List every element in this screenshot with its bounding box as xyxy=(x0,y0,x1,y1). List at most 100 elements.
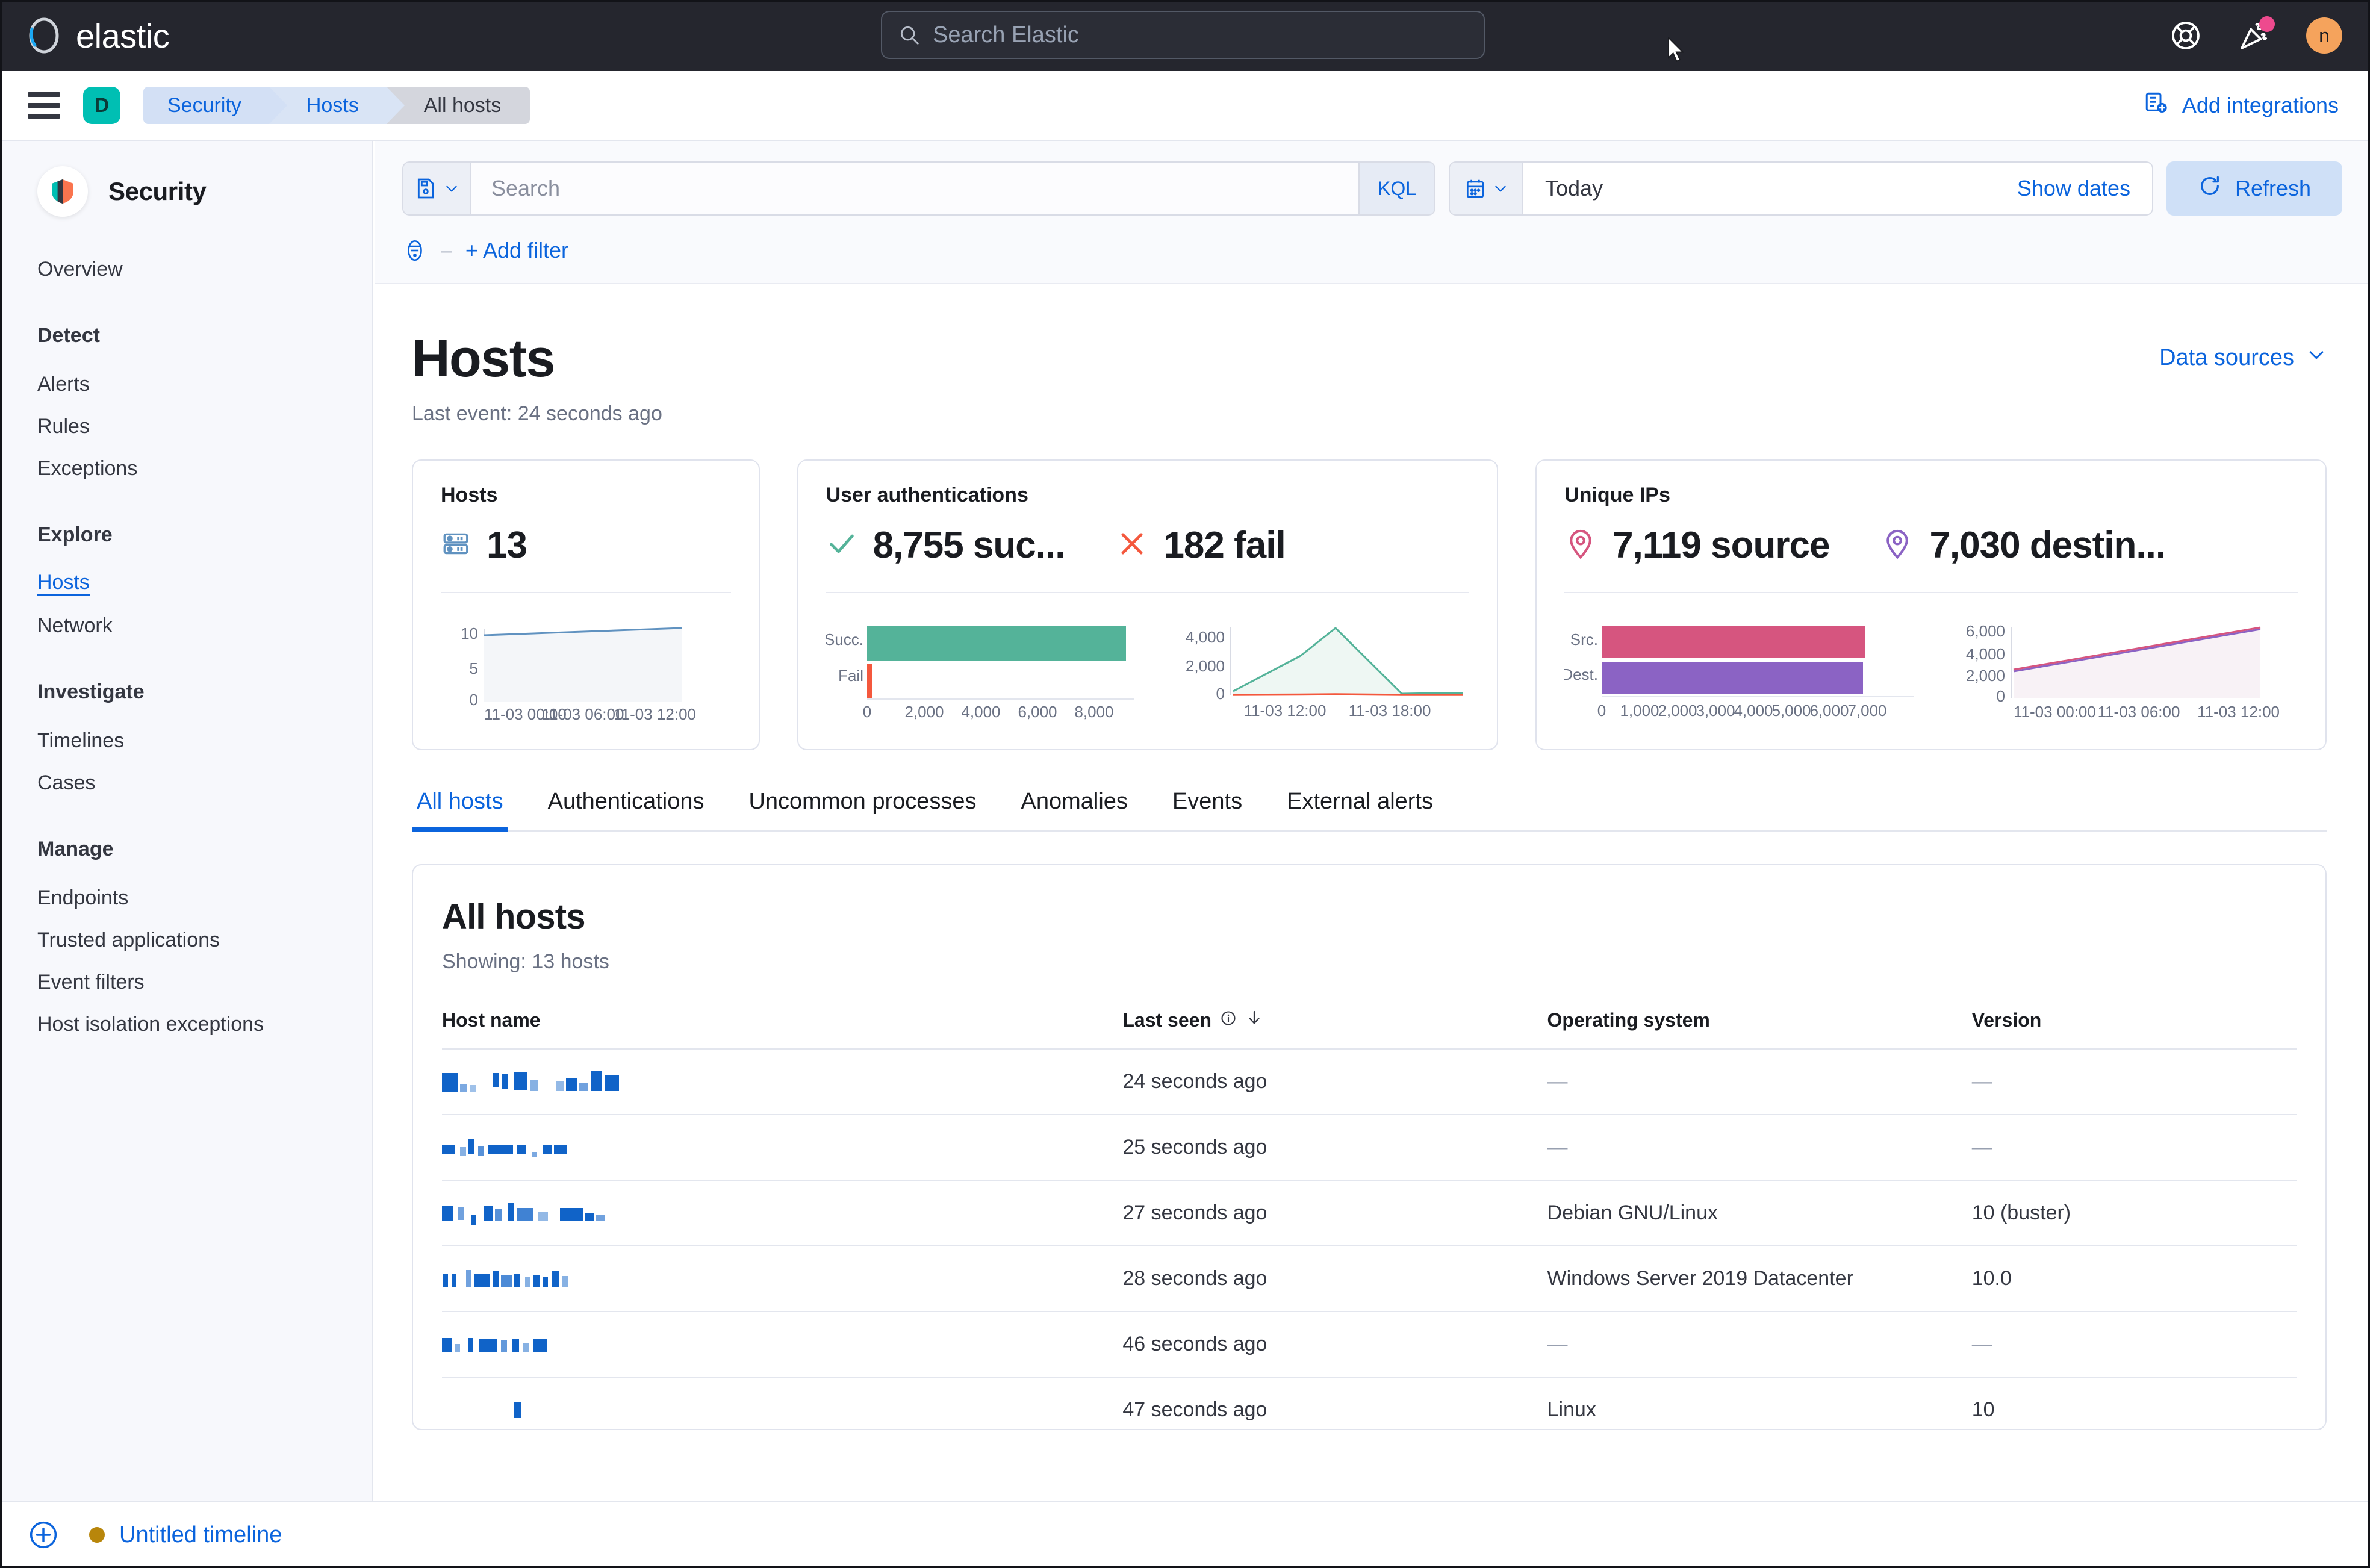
svg-text:11-03 06:00: 11-03 06:00 xyxy=(542,705,624,722)
table-row[interactable]: 27 seconds ago Debian GNU/Linux 10 (bust… xyxy=(442,1180,2297,1246)
column-header-last-seen[interactable]: Last seen xyxy=(1122,1009,1547,1049)
svg-text:6,000: 6,000 xyxy=(1966,622,2005,640)
svg-text:10: 10 xyxy=(461,624,478,642)
redacted-host-name xyxy=(442,1070,1122,1094)
hosts-card-title: Hosts xyxy=(441,484,498,506)
sidebar-item-exceptions[interactable]: Exceptions xyxy=(0,447,372,490)
cell-version: 10 (buster) xyxy=(1971,1180,2297,1246)
sort-descending-icon[interactable] xyxy=(1245,1009,1263,1031)
global-search-placeholder: Search Elastic xyxy=(933,22,1079,48)
cell-host-name[interactable] xyxy=(442,1245,1123,1311)
redacted-host-name xyxy=(442,1136,1122,1159)
sidebar-item-timelines[interactable]: Timelines xyxy=(0,720,372,762)
elastic-logo[interactable]: elastic xyxy=(25,16,170,55)
date-picker[interactable]: Today Show dates xyxy=(1449,161,2153,216)
table-row[interactable]: 24 seconds ago — — xyxy=(442,1048,2297,1115)
global-search-input[interactable]: Search Elastic xyxy=(881,11,1485,59)
cell-operating-system: — xyxy=(1547,1114,1972,1180)
tab-external-alerts[interactable]: External alerts xyxy=(1282,789,1438,830)
refresh-button[interactable]: Refresh xyxy=(2166,161,2342,216)
table-row[interactable]: 47 seconds ago Linux 10 xyxy=(442,1377,2297,1429)
breadcrumb-item-all-hosts: All hosts xyxy=(386,87,530,124)
search-input[interactable]: Search KQL xyxy=(402,161,1435,216)
lifebuoy-icon[interactable] xyxy=(2169,19,2203,52)
sidebar-item-event-filters[interactable]: Event filters xyxy=(0,961,372,1003)
show-dates-button[interactable]: Show dates xyxy=(2017,176,2152,201)
tab-events[interactable]: Events xyxy=(1168,789,1247,830)
cell-host-name[interactable] xyxy=(442,1377,1123,1429)
tab-uncommon-processes[interactable]: Uncommon processes xyxy=(744,789,981,830)
svg-text:Src.: Src. xyxy=(1570,630,1598,649)
sidebar-item-network[interactable]: Network xyxy=(0,605,372,647)
sidebar-group-manage: Manage xyxy=(37,838,114,860)
svg-text:0: 0 xyxy=(1216,685,1224,703)
table-row[interactable]: 46 seconds ago — — xyxy=(442,1311,2297,1377)
hosts-table: Host name Last seen Operating system Ver… xyxy=(442,1009,2297,1429)
confetti-icon[interactable] xyxy=(2238,16,2275,52)
svg-text:11-03 00:00: 11-03 00:00 xyxy=(2014,703,2096,721)
sidebar-title: Security xyxy=(108,177,207,205)
info-icon[interactable] xyxy=(1220,1009,1237,1031)
avatar[interactable]: n xyxy=(2306,17,2342,54)
breadcrumb-item-security[interactable]: Security xyxy=(143,87,287,124)
svg-text:11-03 06:00: 11-03 06:00 xyxy=(2098,703,2180,721)
map-pin-icon xyxy=(1564,527,1597,563)
card-divider xyxy=(441,592,731,593)
svg-text:11-03 12:00: 11-03 12:00 xyxy=(614,705,696,722)
svg-text:2,000: 2,000 xyxy=(904,703,944,721)
svg-text:0: 0 xyxy=(470,691,478,709)
sidebar-item-host-isolation-exceptions[interactable]: Host isolation exceptions xyxy=(0,1003,372,1045)
column-header-version[interactable]: Version xyxy=(1972,1009,2297,1049)
calendar-button[interactable] xyxy=(1450,163,1523,214)
filter-icon[interactable] xyxy=(402,236,428,265)
untitled-timeline-button[interactable]: Untitled timeline xyxy=(119,1522,282,1548)
tab-anomalies[interactable]: Anomalies xyxy=(1016,789,1133,830)
data-sources-button[interactable]: Data sources xyxy=(2159,344,2327,371)
tab-authentications[interactable]: Authentications xyxy=(543,789,709,830)
cell-host-name[interactable] xyxy=(442,1048,1123,1115)
svg-text:3,000: 3,000 xyxy=(1696,702,1735,720)
plus-circle-icon[interactable] xyxy=(28,1519,59,1551)
space-avatar[interactable]: D xyxy=(83,87,120,124)
table-row[interactable]: 28 seconds ago Windows Server 2019 Datac… xyxy=(442,1245,2297,1311)
timeline-status-dot xyxy=(89,1527,105,1543)
hosts-table-body: 24 seconds ago — — 25 seconds ago — — 27… xyxy=(442,1048,2297,1429)
cell-version: — xyxy=(1971,1048,2297,1115)
cell-last-seen: 47 seconds ago xyxy=(1122,1377,1547,1429)
sidebar-item-alerts[interactable]: Alerts xyxy=(0,363,372,405)
cell-host-name[interactable] xyxy=(442,1114,1123,1180)
cell-last-seen: 25 seconds ago xyxy=(1122,1114,1547,1180)
sidebar-item-rules[interactable]: Rules xyxy=(0,405,372,447)
page-title: Hosts xyxy=(412,328,556,388)
auth-trend-chart: 4,000 2,000 0 11-03 12:00 11-03 18:00 xyxy=(1167,614,1468,725)
sidebar-item-overview[interactable]: Overview xyxy=(0,248,372,290)
panel-title: All hosts xyxy=(442,897,586,936)
cell-host-name[interactable] xyxy=(442,1311,1123,1377)
table-row[interactable]: 25 seconds ago — — xyxy=(442,1114,2297,1180)
svg-text:11-03 12:00: 11-03 12:00 xyxy=(2197,703,2280,721)
add-integrations-button[interactable]: Add integrations xyxy=(2144,90,2339,121)
column-header-operating-system[interactable]: Operating system xyxy=(1547,1009,1972,1049)
redacted-host-name xyxy=(442,1268,1122,1290)
redacted-host-name xyxy=(442,1202,1122,1225)
timeline-bottom-bar: Untitled timeline xyxy=(0,1501,2370,1568)
svg-text:2,000: 2,000 xyxy=(1658,702,1697,720)
saved-query-button[interactable] xyxy=(403,163,471,214)
query-language-badge[interactable]: KQL xyxy=(1358,163,1434,214)
query-bar: Search KQL Today Show dates Refresh – + … xyxy=(375,141,2370,284)
sidebar-item-endpoints[interactable]: Endpoints xyxy=(0,877,372,919)
cell-host-name[interactable] xyxy=(442,1180,1123,1246)
svg-text:6,000: 6,000 xyxy=(1018,703,1057,721)
redacted-host-name xyxy=(442,1399,1122,1422)
elastic-wordmark: elastic xyxy=(76,16,170,55)
sidebar-item-cases[interactable]: Cases xyxy=(0,762,372,804)
menu-toggle-icon[interactable] xyxy=(28,92,60,119)
add-filter-button[interactable]: + Add filter xyxy=(465,238,568,263)
tab-all-hosts[interactable]: All hosts xyxy=(412,789,508,832)
sidebar-item-trusted-applications[interactable]: Trusted applications xyxy=(0,919,372,961)
sidebar-item-hosts[interactable]: Hosts xyxy=(0,562,372,605)
global-top-nav: elastic Search Elastic n xyxy=(0,0,2370,71)
svg-text:2,000: 2,000 xyxy=(1966,667,2005,685)
column-header-host-name[interactable]: Host name xyxy=(442,1009,1122,1049)
hosts-count-value: 13 xyxy=(487,524,527,566)
